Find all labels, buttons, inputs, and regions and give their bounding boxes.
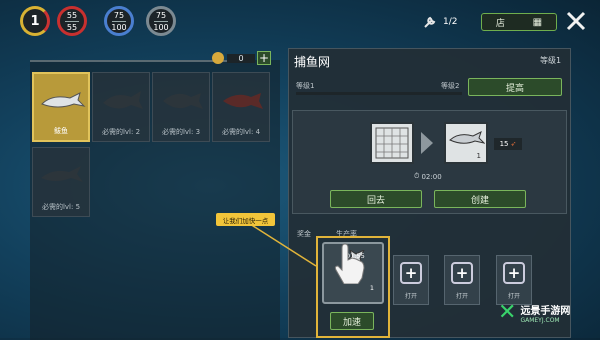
locked-production-slot-3[interactable]: + 打开 [496, 255, 532, 305]
output-mackerel-item: 1 [444, 122, 488, 164]
create-button[interactable]: 创建 [434, 190, 526, 208]
inventory-slot-locked-5[interactable]: 必需的lvl: 5 [32, 147, 90, 217]
water-max: 100 [153, 22, 169, 32]
store-icon: ▦ [532, 16, 543, 28]
upgrade-button[interactable]: 提高 [468, 78, 562, 96]
fish-icon [41, 92, 86, 108]
watermark-logo-icon: ✕ [498, 300, 517, 325]
locked-production-slot-1[interactable]: + 打开 [393, 255, 429, 305]
coin-counter: 0 [212, 52, 255, 64]
open-label: 打开 [507, 293, 520, 300]
watermark-url: GAMEYJ.COM [520, 317, 560, 324]
close-icon [566, 11, 586, 31]
open-label: 打开 [404, 293, 417, 300]
craft-title: 捕鱼网 [294, 55, 331, 69]
inventory-slot-locked-2[interactable]: 必需的lvl: 2 [92, 72, 150, 142]
fish-silhouette-icon [41, 166, 83, 182]
arrow-right-icon [421, 132, 433, 154]
coin-value: 0 [227, 53, 255, 63]
inventory-slot-locked-3[interactable]: 必需的lvl: 3 [152, 72, 210, 142]
open-label: 打开 [455, 293, 468, 300]
slot-label: 必需的lvl: 2 [101, 128, 141, 136]
slot-label: 必需的lvl: 4 [221, 128, 261, 136]
fish-silhouette-icon [163, 93, 203, 109]
store-label: 店 [495, 18, 505, 29]
tools-count: 1/2 [443, 17, 458, 27]
player-level-indicator: 1 [20, 6, 50, 36]
coin-icon [212, 52, 224, 64]
back-button[interactable]: 回去 [330, 190, 422, 208]
upgrade-label: 提高 [505, 83, 524, 94]
player-level-value: 1 [30, 13, 40, 29]
fish-silhouette-icon [223, 93, 263, 109]
close-button[interactable] [565, 10, 587, 32]
locked-production-slot-2[interactable]: + 打开 [444, 255, 480, 305]
plus-icon: + [400, 262, 422, 284]
craft-timer-value: 02:00 [421, 172, 442, 181]
site-watermark: ✕ 远景手游网 GAMEYJ.COM [498, 300, 571, 325]
tutorial-tooltip: 让我们加快一点 [216, 213, 275, 226]
back-label: 回去 [366, 195, 385, 206]
store-button[interactable]: 店 ▦ [481, 13, 557, 31]
tooltip-text: 让我们加快一点 [222, 216, 269, 225]
health-indicator: 55 55 [57, 6, 87, 36]
create-label: 创建 [470, 195, 489, 206]
output-count-value: 15 [499, 140, 509, 148]
level-progress-track [296, 92, 462, 95]
output-qty: 1 [476, 152, 481, 160]
craft-level-badge: 等级1 [540, 56, 562, 65]
level2-label: 等级2 [441, 82, 460, 90]
add-coins-button[interactable]: + [257, 51, 271, 65]
active-slot-qty: 1 [369, 284, 374, 292]
water-indicator: 75 100 [146, 6, 176, 36]
watermark-title: 远景手游网 [520, 306, 571, 317]
output-count: 15 ➶ [494, 138, 522, 150]
slot-label: 必需的lvl: 3 [161, 128, 201, 136]
slot-label: 鲅鱼 [54, 127, 68, 135]
fishing-net-icon [375, 127, 409, 159]
fish-silhouette-icon [103, 91, 143, 109]
fish-small-icon: ➶ [510, 140, 517, 148]
plus-icon: + [451, 262, 473, 284]
food-current: 75 [113, 10, 125, 20]
tools-counter[interactable]: 1/2 [423, 15, 457, 29]
level1-label: 等级1 [296, 82, 315, 90]
slot-label: 必需的lvl: 5 [41, 203, 81, 211]
fish-icon [449, 131, 485, 144]
health-current: 55 [66, 10, 78, 20]
food-indicator: 75 100 [104, 6, 134, 36]
plus-icon: + [503, 262, 525, 284]
clock-icon: ⏱ [414, 172, 420, 180]
health-max: 55 [66, 22, 78, 32]
craft-timer: ⏱ 02:00 [414, 172, 442, 181]
inventory-slot-mackerel[interactable]: 鲅鱼 [32, 72, 90, 142]
hand-pointer-icon [334, 243, 365, 284]
inventory-slot-locked-4[interactable]: 必需的lvl: 4 [212, 72, 270, 142]
input-net-item [370, 122, 414, 164]
speedup-label: 加速 [342, 317, 361, 328]
speedup-button[interactable]: 加速 [330, 312, 374, 330]
wrench-icon [424, 16, 436, 28]
food-max: 100 [111, 22, 127, 32]
water-current: 75 [155, 10, 167, 20]
tooltip-connector [250, 223, 317, 267]
